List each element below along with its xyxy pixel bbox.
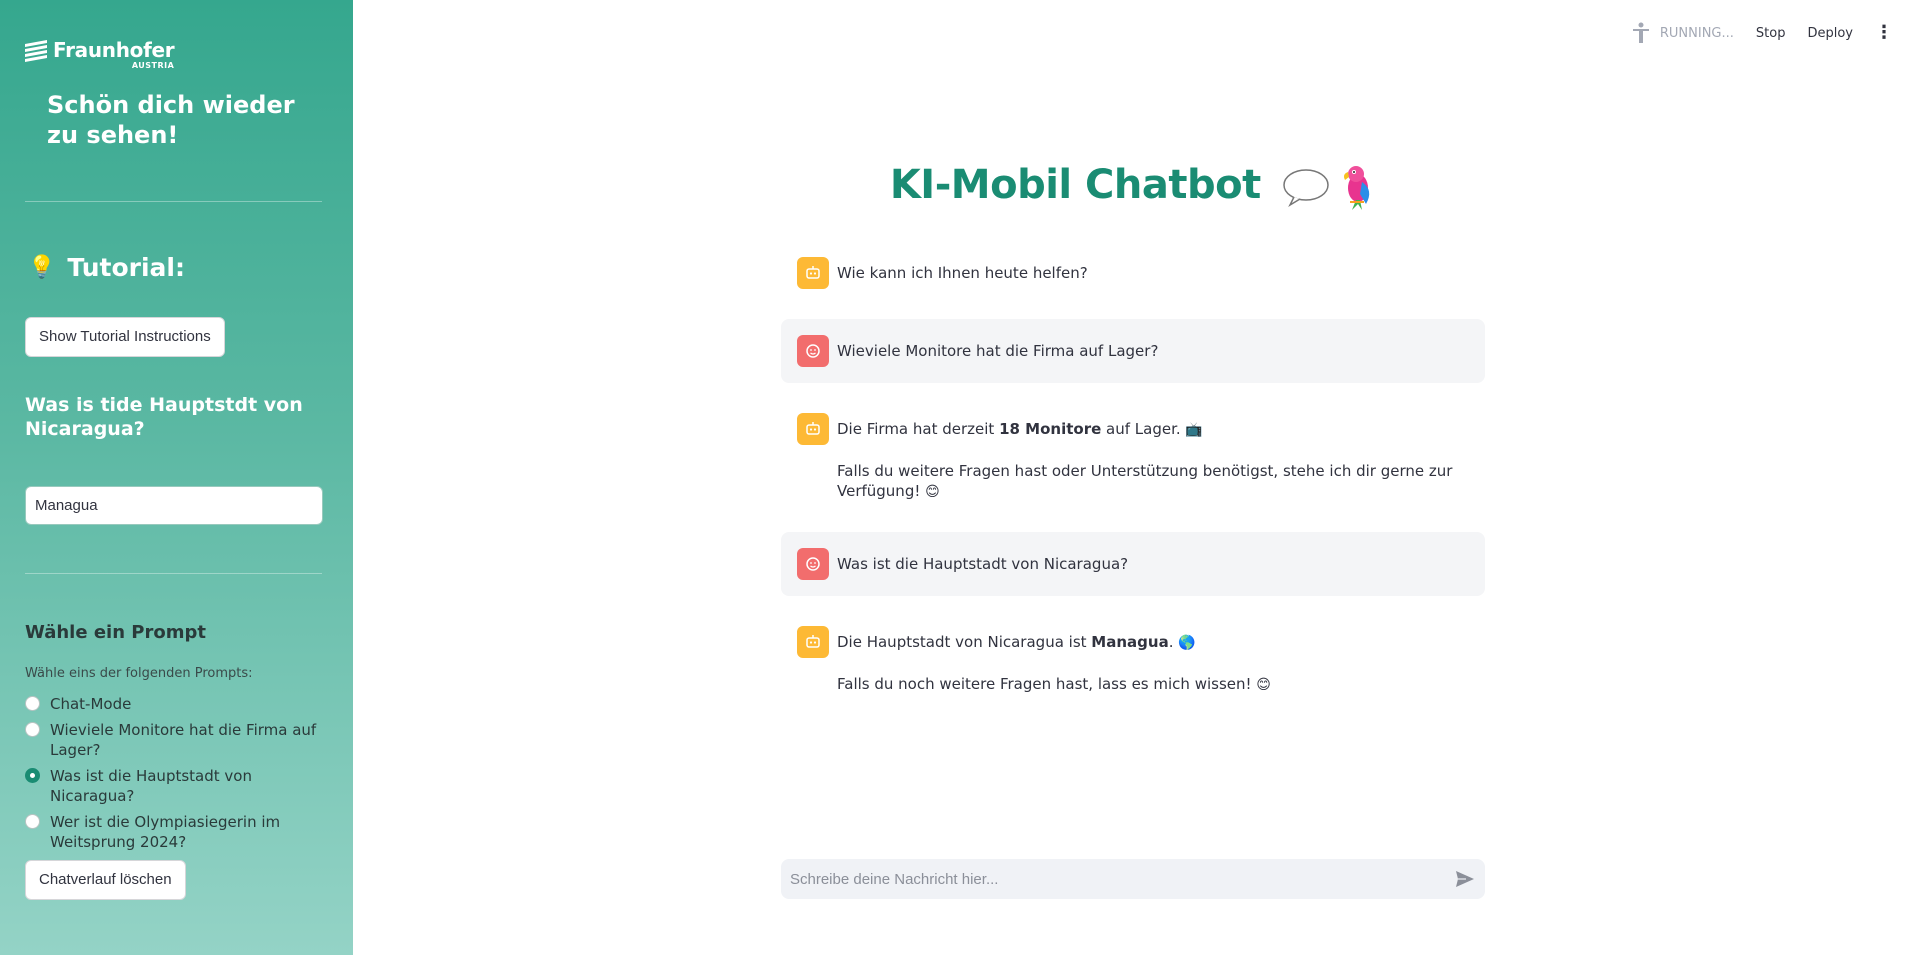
message-bold-text: 18 Monitore [999,420,1102,438]
message-paragraph: Wie kann ich Ihnen heute helfen? [837,263,1088,283]
radio-label: Chat-Mode [50,695,132,713]
assistant-message: Die Hauptstadt von Nicaragua ist Managua… [781,626,1485,695]
emoji-icon: 😊 [1256,677,1271,693]
fraunhofer-logo-icon [25,40,47,62]
show-tutorial-button[interactable]: Show Tutorial Instructions [25,317,225,357]
message-paragraph: Wieviele Monitore hat die Firma auf Lage… [837,341,1158,361]
radio-label: Wieviele Monitore hat die Firma auf Lage… [50,721,317,759]
user-message: Wieviele Monitore hat die Firma auf Lage… [781,319,1485,383]
user-avatar-icon [797,335,829,367]
stop-button[interactable]: Stop [1756,26,1786,41]
message-text: Was ist die Hauptstadt von Nicaragua? [837,555,1129,573]
logo-sub: AUSTRIA [131,61,175,70]
tutorial-heading: 💡 Tutorial: [28,253,185,282]
sidebar-divider [25,573,322,574]
message-paragraph: Falls du weitere Fragen hast oder Unters… [837,461,1469,502]
top-toolbar: RUNNING... Stop Deploy ⋮ [1632,20,1893,46]
clear-history-button[interactable]: Chatverlauf löschen [25,860,186,900]
message-content: Die Firma hat derzeit 18 Monitore auf La… [837,413,1469,502]
user-avatar-icon [797,548,829,580]
radio-button[interactable] [25,722,40,737]
answer-input[interactable] [25,486,323,525]
page-title-text: KI-Mobil Chatbot [889,162,1261,208]
message-text: Die Firma hat derzeit [837,420,1000,438]
prompt-heading: Wähle ein Prompt [25,622,206,643]
radio-button[interactable] [25,768,40,783]
running-status: RUNNING... [1632,22,1734,44]
assistant-message: Die Firma hat derzeit 18 Monitore auf La… [781,413,1485,502]
app-root: Fraunhofer AUSTRIA Schön dich wieder zu … [0,0,1913,955]
radio-label: Wer ist die Olympiasiegerin im Weitsprun… [50,813,281,851]
radio-button[interactable] [25,814,40,829]
prompt-radio-group: Chat-Mode Wieviele Monitore hat die Firm… [25,694,325,858]
message-text: Die Hauptstadt von Nicaragua ist [837,633,1092,651]
speech-bubble-icon [1283,169,1329,207]
message-content: Wie kann ich Ihnen heute helfen? [837,257,1088,283]
tutorial-heading-text: Tutorial: [67,253,185,282]
user-message: Was ist die Hauptstadt von Nicaragua? [781,532,1485,596]
prompt-option-chat-mode[interactable]: Chat-Mode [25,694,325,714]
question-label: Was is tide Hauptstdt von Nicaragua? [25,394,303,440]
bot-avatar-icon [797,257,829,289]
message-bold-text: Managua [1091,633,1169,651]
emoji-icon: 😊 [925,484,940,500]
bot-avatar-icon [797,413,829,445]
more-menu-icon[interactable]: ⋮ [1875,24,1893,42]
sidebar: Fraunhofer AUSTRIA Schön dich wieder zu … [0,0,353,955]
deploy-button[interactable]: Deploy [1807,26,1853,41]
page-title: KI-Mobil Chatbot [353,162,1913,210]
parrot-icon [1344,166,1370,210]
running-person-icon [1632,22,1649,43]
emoji-icon: 📺 [1185,422,1203,438]
chat-input-container [781,859,1485,899]
message-paragraph: Die Firma hat derzeit 18 Monitore auf La… [837,419,1469,440]
prompt-option-monitore[interactable]: Wieviele Monitore hat die Firma auf Lage… [25,720,325,760]
message-content: Die Hauptstadt von Nicaragua ist Managua… [837,626,1271,695]
message-text: . [1168,633,1179,651]
radio-button[interactable] [25,696,40,711]
message-paragraph: Was ist die Hauptstadt von Nicaragua? [837,554,1128,574]
message-paragraph: Die Hauptstadt von Nicaragua ist Managua… [837,632,1271,653]
prompt-option-olympia[interactable]: Wer ist die Olympiasiegerin im Weitsprun… [25,812,325,852]
sidebar-divider [25,201,322,202]
message-text: Wie kann ich Ihnen heute helfen? [837,264,1088,282]
assistant-message: Wie kann ich Ihnen heute helfen? [781,257,1485,289]
running-status-text: RUNNING... [1659,25,1734,41]
message-text: Falls du noch weitere Fragen hast, lass … [837,675,1257,693]
lightbulb-icon: 💡 [28,255,56,280]
bot-avatar-icon [797,626,829,658]
prompt-sublabel: Wähle eins der folgenden Prompts: [25,666,253,681]
message-text: Wieviele Monitore hat die Firma auf Lage… [837,342,1159,360]
prompt-option-hauptstadt[interactable]: Was ist die Hauptstadt von Nicaragua? [25,766,325,806]
chat-input[interactable] [781,859,1445,899]
radio-label: Was ist die Hauptstadt von Nicaragua? [50,767,252,805]
message-content: Wieviele Monitore hat die Firma auf Lage… [837,335,1158,361]
fraunhofer-logo: Fraunhofer AUSTRIA [25,38,175,76]
logo-name: Fraunhofer [53,38,175,62]
message-text: auf Lager. [1101,420,1186,438]
message-content: Was ist die Hauptstadt von Nicaragua? [837,548,1128,574]
emoji-icon: 🌎 [1178,635,1196,651]
send-icon[interactable] [1445,859,1485,899]
welcome-heading: Schön dich wieder zu sehen! [47,91,295,149]
chat-history: Wie kann ich Ihnen heute helfen? Wieviele… [781,257,1485,725]
message-paragraph: Falls du noch weitere Fragen hast, lass … [837,674,1271,695]
